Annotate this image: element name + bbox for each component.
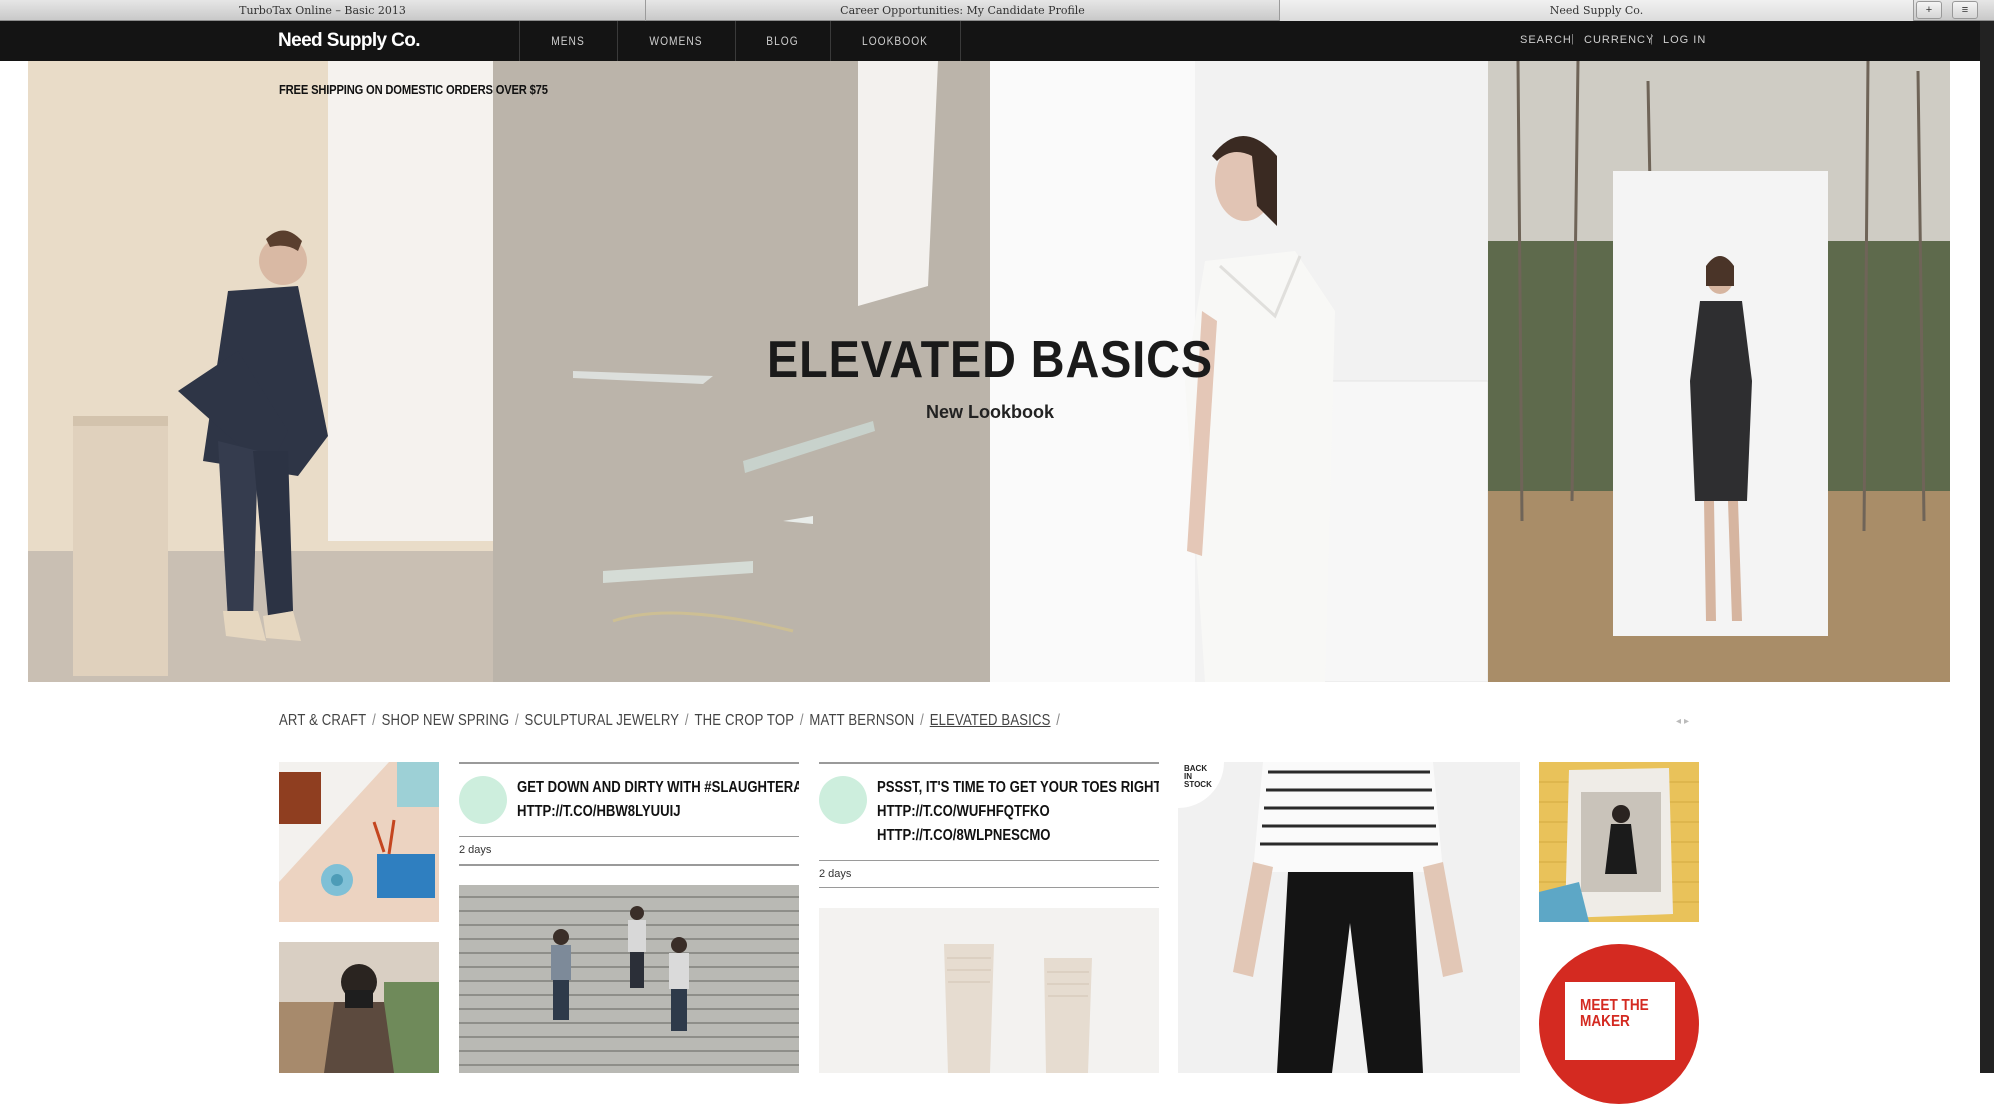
tweet-divider: [819, 860, 1159, 861]
plus-icon: +: [1925, 4, 1933, 16]
nav-divider: [617, 21, 618, 61]
tile-craft-objects[interactable]: [279, 762, 439, 922]
tile-product-trousers[interactable]: [1178, 762, 1520, 1073]
meet-the-maker-text[interactable]: MEET THE MAKER: [1580, 998, 1657, 1030]
tweet-timestamp: 2 days: [459, 844, 492, 856]
hero-title[interactable]: ELEVATED BASICS: [747, 330, 1233, 390]
list-icon: ≡: [1961, 4, 1969, 16]
nav-womens[interactable]: WOMENS: [627, 21, 726, 61]
feature-pager: ◂▸: [1676, 716, 1692, 727]
crumb-matt-bernson[interactable]: MATT BERNSON: [809, 712, 914, 729]
hero-subtitle[interactable]: New Lookbook: [720, 402, 1260, 423]
tweet-text[interactable]: PSSST, IT'S TIME TO GET YOUR TOES RIGHT:…: [877, 776, 1159, 848]
browser-tab-active[interactable]: Need Supply Co.: [1280, 0, 1914, 21]
crumb-separator: /: [799, 712, 804, 729]
product-trousers-image: [1178, 762, 1520, 1073]
crumb-separator: /: [514, 712, 519, 729]
search-link[interactable]: SEARCH: [1520, 34, 1572, 46]
browser-tab[interactable]: TurboTax Online – Basic 2013: [0, 0, 646, 21]
tile-photographer[interactable]: [279, 942, 439, 1073]
crumb-separator: /: [684, 712, 689, 729]
photographer-image: [279, 942, 439, 1073]
next-arrow-icon[interactable]: ▸: [1684, 716, 1692, 727]
tweet-card-2[interactable]: PSSST, IT'S TIME TO GET YOUR TOES RIGHT:…: [819, 762, 1159, 888]
site-header: Need Supply Co. MENS WOMENS BLOG LOOKBOO…: [0, 21, 1980, 61]
forest-illustration: [1488, 61, 1950, 682]
tweet-divider: [459, 836, 799, 837]
browser-tab[interactable]: Career Opportunities: My Candidate Profi…: [646, 0, 1280, 21]
crumb-separator: /: [372, 712, 376, 729]
magazine-image: [1539, 762, 1699, 922]
hero-panel-seated-model: [28, 61, 493, 682]
twitter-avatar: [459, 776, 507, 824]
tweet-card-1[interactable]: GET DOWN AND DIRTY WITH #SLAUGHTERAMA: H…: [459, 762, 799, 866]
nav-lookbook[interactable]: LOOKBOOK: [841, 21, 950, 61]
browser-tab-strip: TurboTax Online – Basic 2013 Career Oppo…: [0, 0, 1994, 21]
stairs-image: [459, 885, 799, 1073]
free-shipping-banner[interactable]: FREE SHIPPING ON DOMESTIC ORDERS OVER $7…: [279, 82, 548, 97]
tile-magazine[interactable]: [1539, 762, 1699, 922]
twitter-avatar: [819, 776, 867, 824]
nav-mens[interactable]: MENS: [527, 21, 609, 61]
tweet-text[interactable]: GET DOWN AND DIRTY WITH #SLAUGHTERAMA: H…: [517, 776, 799, 824]
new-tab-button[interactable]: +: [1916, 1, 1942, 19]
nav-divider: [960, 21, 961, 61]
nav-divider: [735, 21, 736, 61]
craft-objects-image: [279, 762, 439, 922]
utility-separator: |: [1650, 33, 1653, 45]
site-logo[interactable]: Need Supply Co.: [278, 30, 421, 52]
tab-title: Need Supply Co.: [1549, 4, 1644, 17]
socks-image: [819, 908, 1159, 1073]
login-link[interactable]: LOG IN: [1663, 34, 1706, 46]
prev-arrow-icon[interactable]: ◂: [1676, 716, 1684, 727]
tweet-timestamp: 2 days: [819, 868, 852, 880]
badge-text: BACK IN STOCK: [1184, 764, 1212, 789]
crumb-elevated-basics[interactable]: ELEVATED BASICS: [930, 712, 1051, 729]
currency-link[interactable]: CURRENCY: [1584, 34, 1654, 46]
crumb-separator: /: [1056, 712, 1061, 729]
tweet-bottom-rule: [459, 864, 799, 866]
crumb-the-crop-top[interactable]: THE CROP TOP: [694, 712, 794, 729]
crumb-shop-new-spring[interactable]: SHOP NEW SPRING: [382, 712, 510, 729]
tab-title: Career Opportunities: My Candidate Profi…: [840, 4, 1085, 17]
tile-stairs[interactable]: [459, 885, 799, 1073]
window-edge: [1980, 21, 1994, 1073]
hero-illustration: [28, 61, 493, 682]
utility-separator: |: [1571, 33, 1574, 45]
nav-divider: [830, 21, 831, 61]
nav-blog[interactable]: BLOG: [743, 21, 822, 61]
hero-panel-forest: [1488, 61, 1950, 682]
feature-breadcrumb: ART & CRAFT / SHOP NEW SPRING / SCULPTURAL J…: [279, 712, 1066, 730]
crumb-art-craft[interactable]: ART & CRAFT: [279, 712, 366, 729]
tile-socks[interactable]: [819, 908, 1159, 1073]
nav-divider: [519, 21, 520, 61]
tab-title: TurboTax Online – Basic 2013: [239, 4, 406, 17]
crumb-separator: /: [920, 712, 924, 729]
tweet-bottom-rule: [819, 887, 1159, 888]
tab-list-button[interactable]: ≡: [1952, 1, 1978, 19]
crumb-sculptural-jewelry[interactable]: SCULPTURAL JEWELRY: [525, 712, 680, 729]
